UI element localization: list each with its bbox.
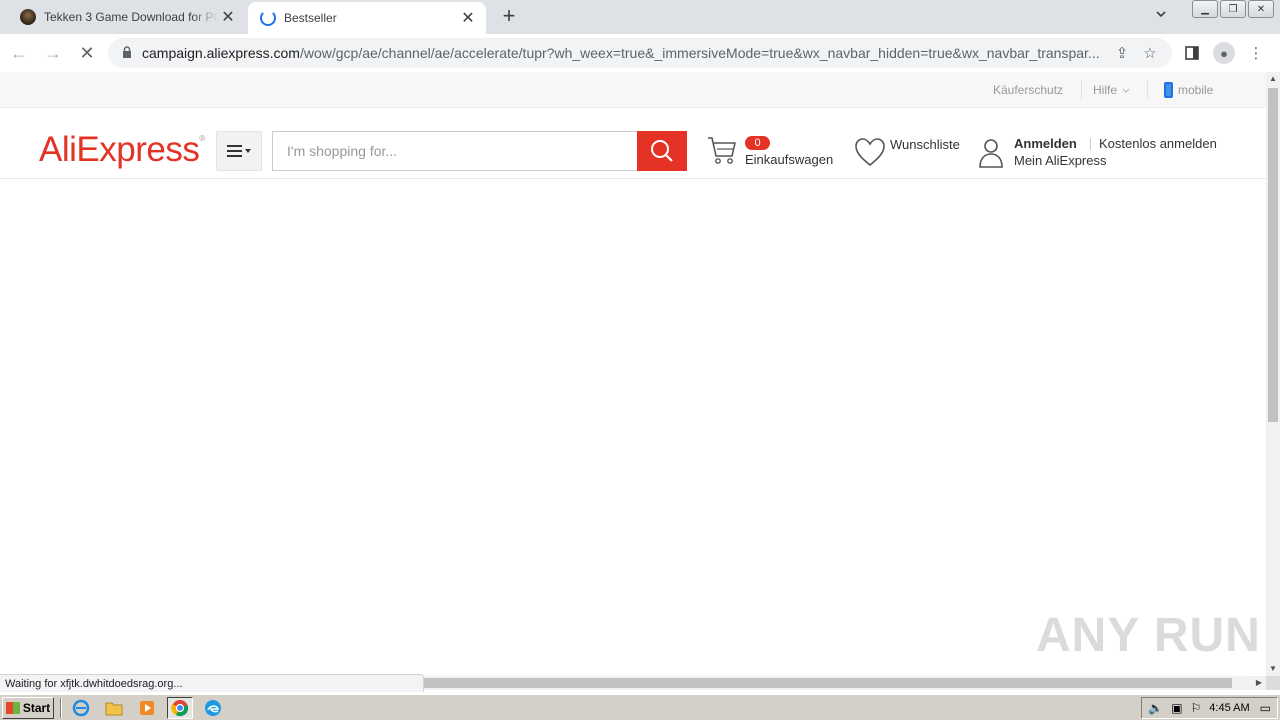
tab-title: Tekken 3 Game Download for PC All Versio…: [44, 10, 218, 24]
menu-dots-icon[interactable]: ⋮: [1240, 38, 1272, 68]
close-window-icon[interactable]: ✕: [1248, 0, 1274, 18]
divider: [1090, 138, 1091, 150]
user-icon[interactable]: [978, 137, 1004, 174]
tab-search-chevron-icon[interactable]: [1152, 8, 1170, 26]
media-player-icon[interactable]: [134, 697, 160, 719]
system-tray: 🔈 ▣ ⚐ 4:45 AM ▭: [1141, 697, 1278, 719]
search-icon: [651, 140, 673, 162]
address-bar[interactable]: campaign.aliexpress.com/wow/gcp/ae/chann…: [108, 38, 1172, 68]
aliexpress-logo[interactable]: AliExpress®: [39, 130, 205, 170]
tab-tekken[interactable]: Tekken 3 Game Download for PC All Versio…: [8, 0, 246, 34]
vertical-scrollbar[interactable]: ▲ ▼: [1266, 72, 1280, 676]
help-dropdown[interactable]: Hilfe: [1093, 72, 1131, 108]
scroll-thumb[interactable]: [1268, 88, 1278, 422]
windows-logo-icon: [5, 701, 20, 714]
chevron-down-icon: [1122, 88, 1130, 93]
shopping-cart-icon: [708, 137, 736, 164]
edge-icon[interactable]: [200, 697, 226, 719]
hamburger-icon: [227, 145, 251, 157]
tab-close-icon[interactable]: ✕: [218, 7, 238, 27]
wishlist-link[interactable]: Wunschliste: [890, 137, 960, 152]
register-link[interactable]: Kostenlos anmelden: [1099, 136, 1217, 151]
lock-icon[interactable]: [120, 45, 134, 61]
scrollbar-corner: [1266, 676, 1280, 690]
tab-title: Bestseller: [284, 11, 337, 25]
cart-count-badge: 0: [745, 136, 770, 150]
new-tab-button[interactable]: +: [498, 5, 520, 28]
minimize-icon[interactable]: ▁: [1192, 0, 1218, 18]
url-text: campaign.aliexpress.com/wow/gcp/ae/chann…: [142, 45, 1100, 61]
anyrun-watermark: ANY RUN: [1036, 609, 1261, 662]
cart-label[interactable]: Einkaufswagen: [745, 152, 833, 167]
scroll-down-arrow-icon[interactable]: ▼: [1266, 662, 1280, 676]
forward-arrow-icon[interactable]: →: [38, 38, 68, 68]
volume-icon[interactable]: 🔈: [1148, 701, 1163, 715]
scroll-thumb[interactable]: [424, 678, 1232, 688]
profile-avatar-icon[interactable]: ●: [1213, 42, 1235, 64]
heart-icon[interactable]: [854, 137, 886, 172]
phone-icon: [1164, 82, 1173, 98]
search-input[interactable]: [272, 131, 638, 171]
back-arrow-icon[interactable]: ←: [4, 38, 34, 68]
folder-icon[interactable]: [101, 697, 127, 719]
tab-bestseller[interactable]: Bestseller ✕: [248, 2, 486, 34]
cart-link[interactable]: [706, 134, 738, 171]
chrome-taskbar-icon[interactable]: [167, 696, 193, 719]
start-button[interactable]: Start: [2, 696, 54, 719]
signin-link[interactable]: Anmelden: [1014, 136, 1077, 151]
bookmark-star-icon[interactable]: ☆: [1136, 44, 1164, 62]
share-icon[interactable]: ⇪: [1108, 44, 1136, 62]
buyer-protection-link[interactable]: Käuferschutz: [993, 72, 1063, 108]
window-controls: ▁ ❐ ✕: [1190, 0, 1274, 18]
loading-spinner-icon: [260, 10, 276, 26]
site-header: AliExpress® 0 Einkaufswagen Wunschliste: [0, 108, 1266, 179]
clock[interactable]: 4:45 AM: [1209, 702, 1249, 714]
status-bubble: Waiting for xfjtk.dwhitdoedsrag.org...: [0, 674, 424, 692]
browser-toolbar: ← → ✕ campaign.aliexpress.com/wow/gcp/ae…: [0, 34, 1280, 72]
search-button[interactable]: [637, 131, 687, 171]
show-desktop-icon[interactable]: ▭: [1260, 701, 1271, 715]
restore-icon[interactable]: ❐: [1220, 0, 1246, 18]
windows-taskbar: Start 🔈 ▣ ⚐ 4:45 AM ▭: [0, 694, 1280, 720]
side-panel-icon[interactable]: [1176, 38, 1208, 68]
internet-explorer-icon[interactable]: [68, 697, 94, 719]
action-center-flag-icon[interactable]: ⚐: [1191, 701, 1202, 715]
scroll-right-arrow-icon[interactable]: ▶: [1256, 676, 1262, 690]
site-top-bar: Käuferschutz Hilfe mobile: [0, 72, 1266, 108]
network-icon[interactable]: ▣: [1171, 701, 1182, 715]
mobile-link[interactable]: mobile: [1164, 72, 1213, 108]
tab-close-icon[interactable]: ✕: [458, 8, 478, 28]
categories-menu-button[interactable]: [216, 131, 262, 171]
browser-tab-strip: Tekken 3 Game Download for PC All Versio…: [0, 0, 1280, 34]
horizontal-scrollbar[interactable]: ▶: [424, 676, 1266, 690]
tekken-favicon-icon: [20, 9, 36, 25]
scroll-up-arrow-icon[interactable]: ▲: [1266, 72, 1280, 86]
stop-loading-icon[interactable]: ✕: [72, 38, 102, 68]
my-aliexpress-link[interactable]: Mein AliExpress: [1014, 153, 1106, 168]
